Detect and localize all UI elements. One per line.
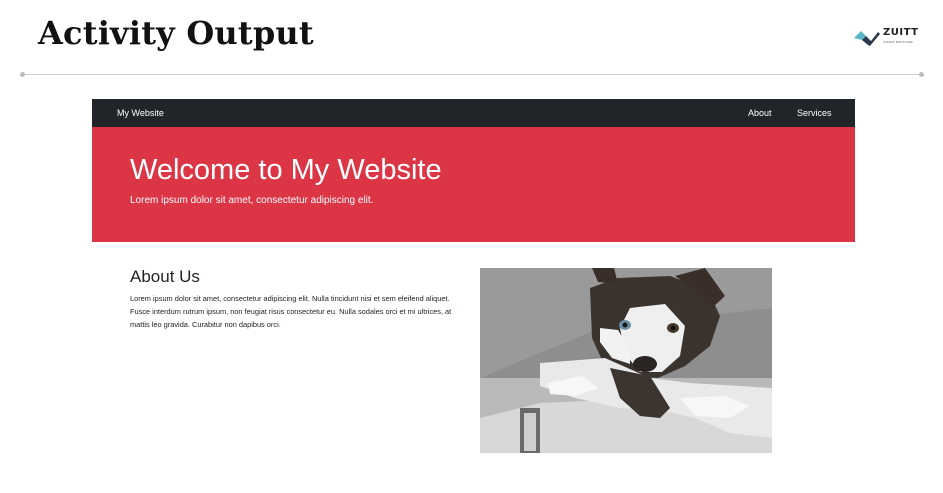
logo-subtitle: CODING BOOTCAMP (883, 40, 914, 44)
about-paragraph: Lorem ipsum dolor sit amet, consectetur … (130, 294, 452, 329)
zuitt-logo: ZUITT CODING BOOTCAMP (852, 26, 922, 48)
nav-link-services[interactable]: Services (797, 108, 832, 118)
divider-dot-right (919, 72, 924, 77)
nav-link-about[interactable]: About (748, 108, 772, 118)
hero-banner: Welcome to My Website Lorem ipsum dolor … (92, 127, 855, 242)
divider-dot-left (20, 72, 25, 77)
title-divider (22, 74, 922, 75)
logo-wordmark: ZUITT (883, 27, 919, 38)
slide-title: Activity Output (38, 14, 314, 52)
navbar-brand[interactable]: My Website (117, 108, 164, 118)
hero-subtitle: Lorem ipsum dolor sit amet, consectetur … (130, 195, 374, 206)
hero-title: Welcome to My Website (130, 154, 442, 186)
puppy-image (480, 268, 772, 453)
husky-puppy-photo (480, 268, 772, 453)
website-screenshot: My Website About Services Welcome to My … (92, 99, 855, 459)
about-heading: About Us (130, 267, 200, 286)
navbar: My Website About Services (92, 99, 855, 127)
zuitt-logo-icon (854, 31, 880, 46)
